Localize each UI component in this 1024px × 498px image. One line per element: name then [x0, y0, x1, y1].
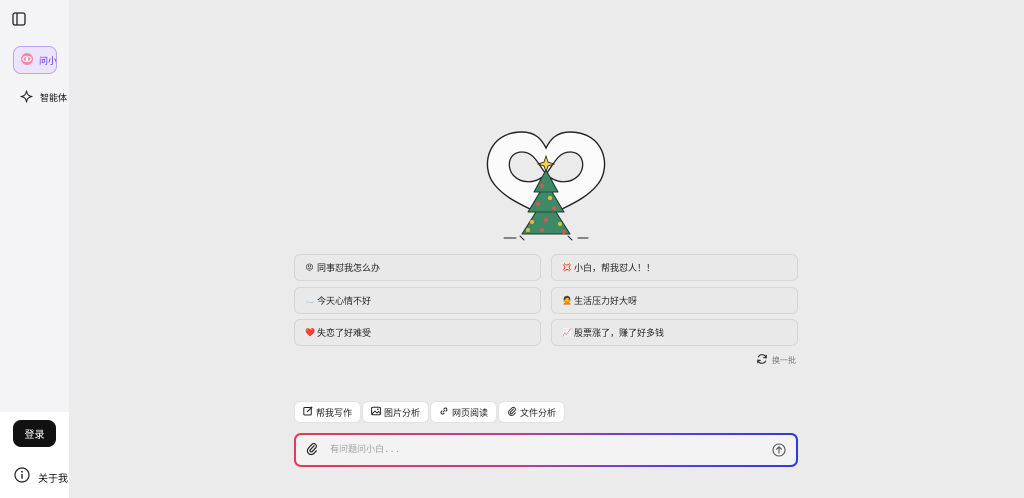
- tool-chip-label: 帮我写作: [316, 408, 353, 419]
- paperclip-icon: [507, 406, 517, 419]
- edit-icon: [303, 405, 313, 419]
- sidebar-toggle-icon[interactable]: [11, 11, 27, 27]
- suggestion-card[interactable]: 📈 股票涨了，赚了好多钱: [551, 319, 798, 346]
- sidebar: 问小白 智能体 登录 关于我: [0, 0, 69, 498]
- attach-paperclip-icon[interactable]: [306, 441, 318, 460]
- refresh-suggestions-button[interactable]: 换一批: [756, 353, 796, 367]
- suggestion-text: 小白，帮我怼人！！: [574, 264, 656, 274]
- tool-chip-web[interactable]: 网页阅读: [430, 401, 498, 423]
- refresh-icon: [756, 353, 768, 367]
- cloud-icon: ☁️: [305, 296, 315, 305]
- angry-face-icon: 😡: [305, 263, 314, 272]
- suggestion-card[interactable]: 💢 小白，帮我怼人！！: [551, 254, 798, 281]
- suggestion-text: 今天心情不好: [317, 297, 372, 307]
- suggestion-card[interactable]: ❤️ 失恋了好难受: [294, 319, 541, 346]
- about-label: 关于我: [38, 473, 68, 485]
- sidebar-item-label: 智能体: [40, 94, 68, 104]
- anger-symbol-icon: 💢: [562, 263, 572, 272]
- suggestion-text: 失恋了好难受: [317, 329, 372, 339]
- suggestion-text: 生活压力好大呀: [574, 297, 638, 307]
- chat-input-box: [294, 433, 798, 467]
- send-button[interactable]: [772, 443, 786, 457]
- sidebar-item-agents[interactable]: 智能体: [20, 88, 67, 107]
- refresh-label: 换一批: [772, 355, 796, 365]
- tool-chip-writing[interactable]: 帮我写作: [294, 401, 362, 423]
- link-icon: [439, 406, 449, 419]
- suggestion-text: 同事怼我怎么办: [317, 264, 381, 274]
- arrow-up-circle-icon: [772, 443, 786, 457]
- sparkle-icon: [20, 88, 33, 107]
- suggestion-card[interactable]: 😡 同事怼我怎么办: [294, 254, 541, 281]
- tool-chip-image[interactable]: 图片分析: [362, 401, 430, 423]
- sidebar-item-label: 问小白: [39, 56, 57, 67]
- image-icon: [371, 406, 381, 419]
- suggestion-card[interactable]: ☁️ 今天心情不好: [294, 287, 541, 314]
- person-gesturing-no-icon: 🙅: [562, 296, 572, 305]
- xiaobai-christmas-logo: [480, 126, 612, 246]
- tool-chip-label: 网页阅读: [452, 408, 489, 419]
- xiaobai-logo-icon: [20, 51, 34, 70]
- chart-increasing-icon: 📈: [562, 328, 572, 337]
- login-button[interactable]: 登录: [13, 420, 56, 447]
- heart-icon: ❤️: [305, 328, 315, 337]
- chat-input[interactable]: [328, 444, 772, 456]
- tool-chip-file[interactable]: 文件分析: [498, 401, 566, 423]
- info-icon: [14, 467, 30, 487]
- tool-chip-label: 文件分析: [520, 408, 557, 419]
- about-link[interactable]: 关于我: [14, 467, 68, 487]
- tool-chip-label: 图片分析: [384, 408, 421, 419]
- suggestion-card[interactable]: 🙅 生活压力好大呀: [551, 287, 798, 314]
- chat-input-inner: [296, 435, 796, 465]
- suggestion-text: 股票涨了，赚了好多钱: [574, 329, 665, 339]
- sidebar-item-ask-xiaobai[interactable]: 问小白: [13, 46, 57, 74]
